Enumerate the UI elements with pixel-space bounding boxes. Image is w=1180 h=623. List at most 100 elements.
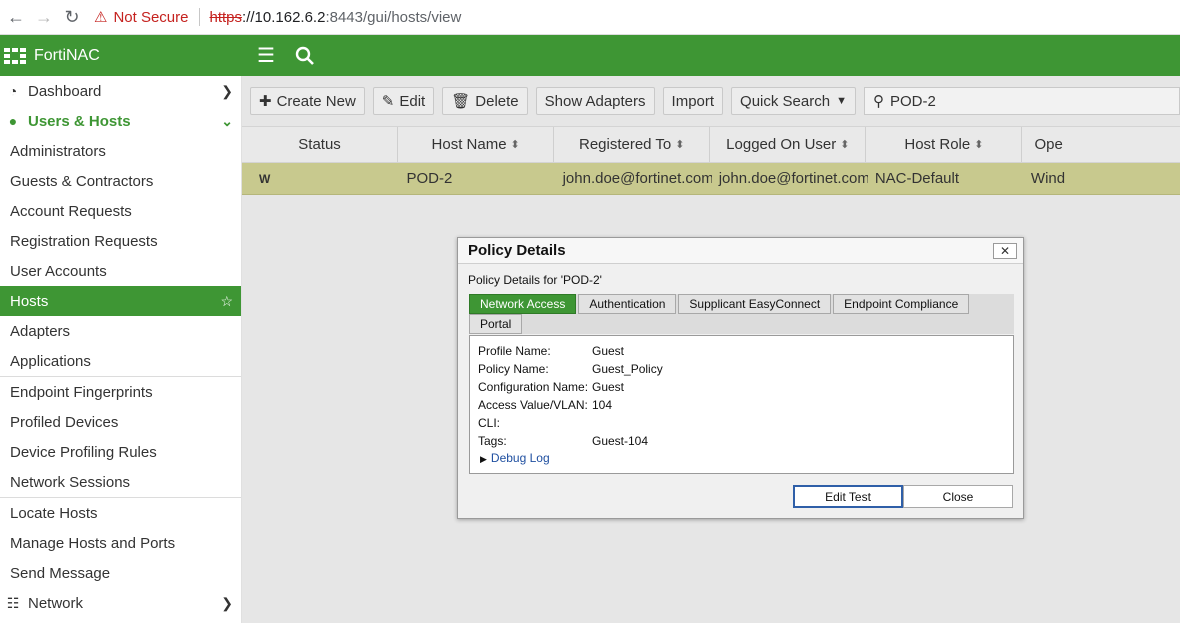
sidebar-item-label: User Accounts	[10, 262, 107, 280]
sidebar-item-endpoint-fingerprints[interactable]: Endpoint Fingerprints	[0, 377, 241, 407]
fortinet-logo-icon	[4, 47, 26, 64]
column-label: Ope	[1034, 136, 1063, 153]
search-icon[interactable]	[294, 45, 316, 67]
search-value: POD-2	[889, 92, 936, 110]
sidebar-item-registration-requests[interactable]: Registration Requests	[0, 226, 241, 256]
brand: FortiNAC	[0, 47, 242, 65]
forward-icon[interactable]: →	[32, 5, 56, 29]
hosts-toolbar: ✚ Create New ✎ Edit 🗑 Delete Show Adapters …	[242, 76, 1180, 126]
button-label: Delete	[475, 92, 519, 110]
edit-button[interactable]: ✎ Edit	[372, 87, 435, 115]
delete-button[interactable]: 🗑 Delete	[442, 87, 528, 115]
field-policy-name: Policy Name: Guest_Policy	[478, 362, 663, 376]
column-header-logged-on-user[interactable]: Logged On User ⬍	[710, 127, 867, 162]
field-label: Access Value/VLAN:	[478, 398, 588, 412]
trash-icon: 🗑	[451, 93, 471, 110]
search-input[interactable]: ⚲ POD-2	[863, 87, 1180, 115]
column-header-registered-to[interactable]: Registered To ⬍	[554, 127, 711, 162]
field-tags: Tags: Guest-104	[478, 434, 648, 448]
debug-log-label: Debug Log	[490, 451, 550, 465]
sidebar-item-label: Network	[28, 594, 84, 612]
create-new-button[interactable]: ✚ Create New	[250, 87, 365, 115]
menu-icon[interactable]: ☰	[254, 43, 278, 68]
sidebar: ◔ Dashboard ❯ ● Users & Hosts ⌄ Administ…	[0, 76, 242, 623]
chevron-right-icon: ❯	[221, 595, 233, 611]
field-label: Profile Name:	[478, 344, 551, 358]
sidebar-item-administrators[interactable]: Administrators	[0, 136, 241, 166]
field-access-value-vlan: Access Value/VLAN: 104	[478, 398, 612, 412]
tab-portal[interactable]: Portal	[469, 314, 523, 334]
chevron-down-icon: ⌄	[221, 113, 233, 129]
sidebar-item-locate-hosts[interactable]: Locate Hosts	[0, 498, 241, 528]
grid-header: Status Host Name ⬍ Registered To ⬍ Logged …	[242, 126, 1180, 163]
tab-network-access[interactable]: Network Access	[469, 294, 577, 314]
sidebar-item-device-profiling-rules[interactable]: Device Profiling Rules	[0, 437, 241, 467]
sidebar-item-label: Endpoint Fingerprints	[10, 383, 153, 401]
edit-test-button[interactable]: Edit Test	[793, 485, 903, 508]
tab-supplicant-easyconnect[interactable]: Supplicant EasyConnect	[678, 294, 832, 314]
field-label: Tags:	[478, 434, 507, 448]
sidebar-item-guests-contractors[interactable]: Guests & Contractors	[0, 166, 241, 196]
debug-log-toggle[interactable]: ▶ Debug Log	[480, 451, 550, 465]
field-cli: CLI:	[478, 416, 592, 430]
sidebar-item-hosts[interactable]: Hosts ☆	[0, 286, 241, 316]
sidebar-item-label: Profiled Devices	[10, 413, 119, 431]
sidebar-item-send-message[interactable]: Send Message	[0, 558, 241, 588]
field-label: Configuration Name:	[478, 380, 589, 394]
tab-authentication[interactable]: Authentication	[578, 294, 677, 314]
sidebar-item-users-hosts[interactable]: ● Users & Hosts ⌄	[0, 106, 241, 136]
address-bar[interactable]: ⚠ Not Secure https ://10.162.6.2 :8443/g…	[94, 8, 461, 26]
column-label: Logged On User	[726, 136, 837, 153]
url-path: :8443/gui/hosts/view	[325, 8, 462, 26]
sidebar-item-label: Applications	[10, 352, 91, 370]
user-icon: ●	[8, 113, 18, 129]
cell-os: Wind	[1030, 170, 1066, 187]
sidebar-item-profiled-devices[interactable]: Profiled Devices	[0, 407, 241, 437]
column-label: Host Name	[431, 136, 507, 153]
network-icon: ☷	[6, 594, 20, 611]
table-row[interactable]: W POD-2 john.doe@fortinet.com john.doe@f…	[242, 163, 1180, 195]
sidebar-item-applications[interactable]: Applications	[0, 346, 241, 376]
sidebar-item-network[interactable]: ☷ Network ❯	[0, 588, 241, 618]
sidebar-item-manage-hosts-ports[interactable]: Manage Hosts and Ports	[0, 528, 241, 558]
sidebar-item-adapters[interactable]: Adapters	[0, 316, 241, 346]
column-header-host-name[interactable]: Host Name ⬍	[398, 127, 555, 162]
quick-search-dropdown[interactable]: Quick Search ▼	[731, 87, 856, 115]
reload-icon[interactable]: ↻	[60, 5, 84, 29]
sidebar-item-label: Guests & Contractors	[10, 172, 154, 190]
column-label: Status	[298, 136, 341, 153]
field-value: Guest	[592, 380, 625, 394]
button-label: Create New	[276, 92, 356, 110]
sidebar-item-account-requests[interactable]: Account Requests	[0, 196, 241, 226]
brand-name: FortiNAC	[34, 46, 100, 64]
sidebar-item-dashboard[interactable]: ◔ Dashboard ❯	[0, 76, 241, 106]
sidebar-item-label: Account Requests	[10, 202, 132, 220]
column-header-os[interactable]: Ope	[1022, 127, 1180, 162]
url-host: ://10.162.6.2	[242, 8, 326, 26]
tab-endpoint-compliance[interactable]: Endpoint Compliance	[833, 294, 970, 314]
import-button[interactable]: Import	[662, 87, 724, 115]
close-icon[interactable]: ✕	[993, 243, 1017, 259]
caret-down-icon: ▼	[836, 95, 847, 107]
close-button[interactable]: Close	[903, 485, 1013, 508]
button-label: Import	[671, 92, 715, 110]
column-header-host-role[interactable]: Host Role ⬍	[866, 127, 1023, 162]
sidebar-item-network-sessions[interactable]: Network Sessions	[0, 467, 241, 497]
search-icon: ⚲	[872, 93, 884, 110]
sidebar-item-label: Registration Requests	[10, 232, 158, 250]
column-header-status[interactable]: Status	[242, 127, 399, 162]
cell-host-role: NAC-Default	[874, 170, 960, 187]
cell-registered-to: john.doe@fortinet.com	[562, 170, 712, 187]
star-icon[interactable]: ☆	[220, 293, 233, 310]
button-label: Show Adapters	[544, 92, 646, 110]
chevron-right-icon: ❯	[221, 83, 233, 99]
field-value: Guest	[592, 344, 625, 358]
sidebar-item-label: Manage Hosts and Ports	[10, 534, 176, 552]
sidebar-item-label: Users & Hosts	[28, 112, 131, 130]
field-value: Guest-104	[592, 434, 649, 448]
column-label: Registered To	[578, 136, 672, 153]
back-icon[interactable]: ←	[4, 5, 28, 29]
show-adapters-button[interactable]: Show Adapters	[535, 87, 655, 115]
sidebar-item-user-accounts[interactable]: User Accounts	[0, 256, 241, 286]
field-configuration-name: Configuration Name: Guest	[478, 380, 624, 394]
